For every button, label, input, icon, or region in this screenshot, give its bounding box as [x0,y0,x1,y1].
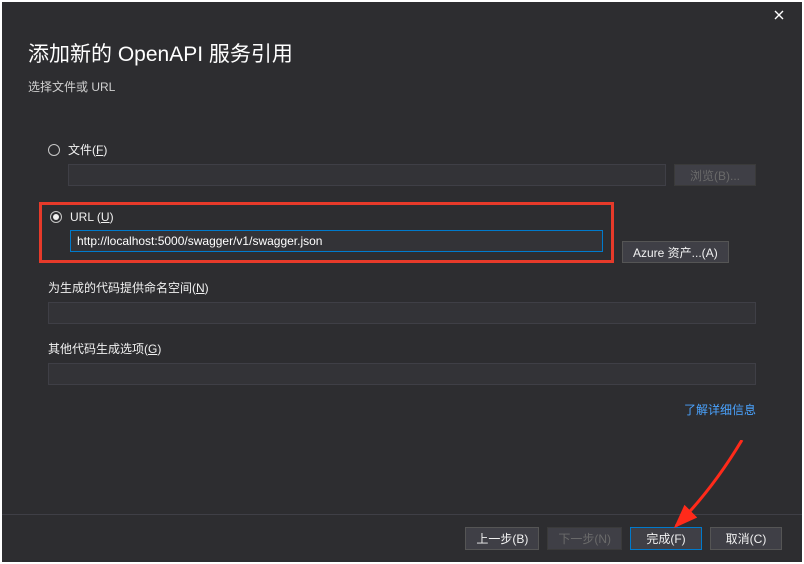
dialog-footer: 上一步(B) 下一步(N) 完成(F) 取消(C) [2,514,802,562]
codegen-options-input[interactable] [48,363,756,385]
dialog-window: 添加新的 OpenAPI 服务引用 选择文件或 URL 文件(F) 浏览(B).… [2,2,802,562]
url-highlight-box: URL (U) [39,202,614,263]
close-button[interactable] [762,4,796,26]
codegen-options-section: 其他代码生成选项(G) [48,340,756,385]
cancel-button[interactable]: 取消(C) [710,527,782,550]
finish-button[interactable]: 完成(F) [630,527,702,550]
namespace-input[interactable] [48,302,756,324]
file-radio-label: 文件(F) [68,141,107,158]
close-icon [774,10,784,20]
file-input-row: 浏览(B)... [68,164,756,186]
learn-more-link[interactable]: 了解详细信息 [684,403,756,417]
browse-button[interactable]: 浏览(B)... [674,164,756,186]
azure-assets-button[interactable]: Azure 资产...(A) [622,241,729,263]
dialog-header: 添加新的 OpenAPI 服务引用 选择文件或 URL [2,28,802,113]
next-button[interactable]: 下一步(N) [547,527,622,550]
radio-icon [48,144,60,156]
dialog-content: 文件(F) 浏览(B)... URL (U) Azure 资产...(A) 为生… [2,113,802,428]
file-path-input[interactable] [68,164,666,186]
learn-more-row: 了解详细信息 [48,401,756,418]
dialog-subtitle: 选择文件或 URL [28,78,776,95]
namespace-label: 为生成的代码提供命名空间(N) [48,279,756,296]
radio-icon [50,211,62,223]
codegen-options-label: 其他代码生成选项(G) [48,340,756,357]
titlebar [2,2,802,28]
back-button[interactable]: 上一步(B) [465,527,539,550]
url-section: URL (U) Azure 资产...(A) [48,202,756,263]
file-section: 文件(F) 浏览(B)... [48,141,756,186]
url-radio-row[interactable]: URL (U) [50,210,603,224]
file-radio-row[interactable]: 文件(F) [48,141,756,158]
url-input[interactable] [70,230,603,252]
url-radio-label: URL (U) [70,210,114,224]
namespace-section: 为生成的代码提供命名空间(N) [48,279,756,324]
dialog-title: 添加新的 OpenAPI 服务引用 [28,38,776,68]
